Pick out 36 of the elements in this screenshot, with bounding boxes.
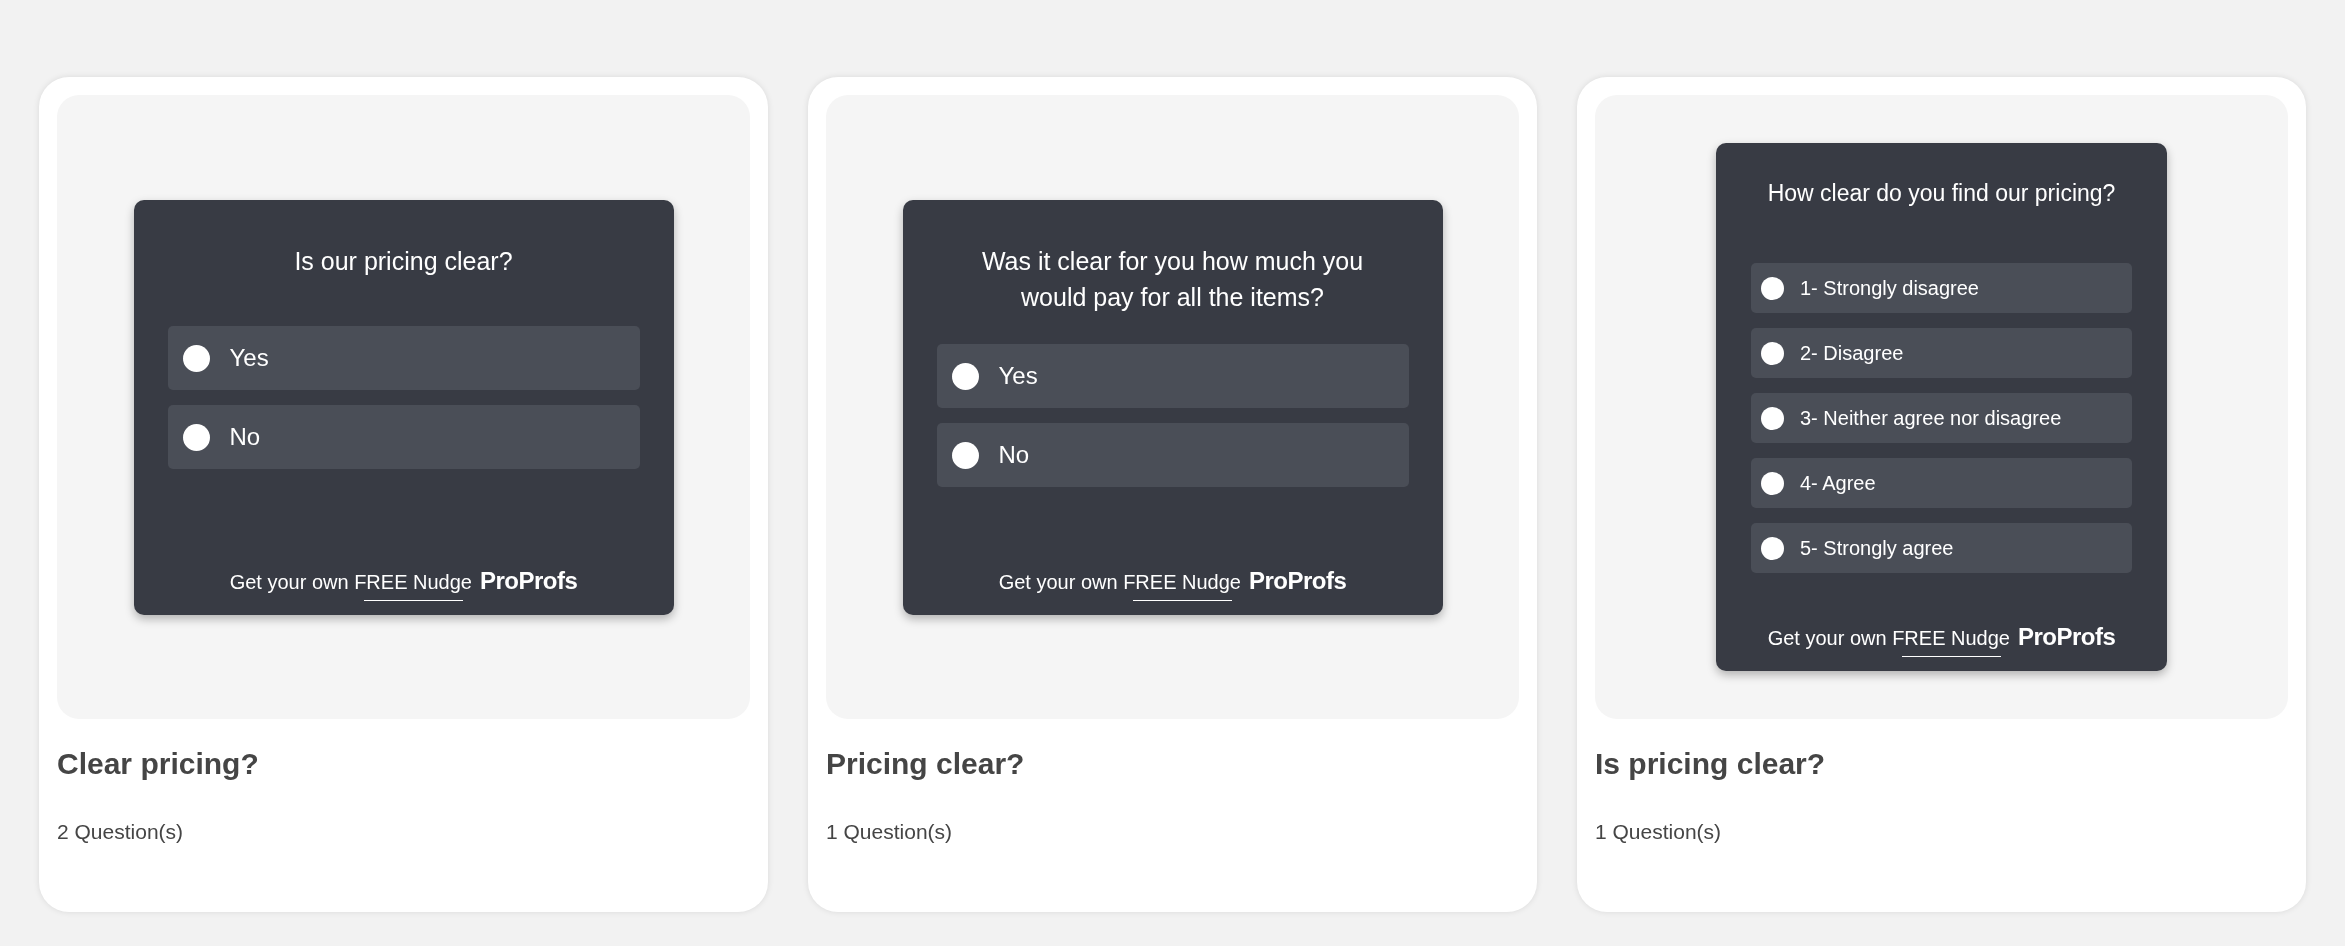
radio-button[interactable] [1761,471,1784,495]
answer-option[interactable]: No [167,405,640,469]
card-title: Pricing clear? [826,746,1026,782]
brand-logo: ProProfs [480,566,578,595]
radio-button[interactable] [1761,536,1784,560]
question-text: Was it clear for you how much you would pay for all the items? [980,245,1365,313]
radio-button[interactable] [1761,406,1784,430]
question-count: 1 Question(s) [1595,819,1723,845]
free-nudge-link[interactable]: FREE Nudge [354,569,472,601]
answer-option[interactable]: No [936,423,1409,487]
answer-option[interactable]: 2- Disagree [1751,328,2132,378]
question-count: 2 Question(s) [57,819,185,845]
question-count: 1 Question(s) [826,819,954,845]
question-text: Is our pricing clear? [293,245,514,277]
answer-option[interactable]: 4- Agree [1751,458,2132,508]
free-nudge-link[interactable]: FREE Nudge [1892,626,2010,657]
brand-logo: ProProfs [1249,566,1347,595]
card-title: Is pricing clear? [1595,746,1827,782]
answer-option[interactable]: 5- Strongly agree [1751,523,2132,573]
answer-option[interactable]: Yes [167,326,640,390]
answer-option[interactable]: 3- Neither agree nor disagree [1751,393,2132,443]
answer-option[interactable]: Yes [936,344,1409,408]
brand-logo: ProProfs [2018,623,2116,651]
radio-button[interactable] [951,362,979,390]
radio-button[interactable] [1761,341,1784,365]
footer-text: Get your own FREE Nudge [998,569,1241,601]
radio-button[interactable] [1761,276,1784,300]
free-nudge-link[interactable]: FREE Nudge [1123,569,1241,601]
answer-option[interactable]: 1- Strongly disagree [1751,263,2132,313]
radio-button[interactable] [182,344,210,372]
radio-button[interactable] [182,423,210,451]
footer-text: Get your own FREE Nudge [1767,626,2010,657]
radio-button[interactable] [951,441,979,469]
question-text: How clear do you find our pricing? [1766,179,2117,208]
card-title: Clear pricing? [57,746,260,782]
footer-text: Get your own FREE Nudge [229,569,472,601]
